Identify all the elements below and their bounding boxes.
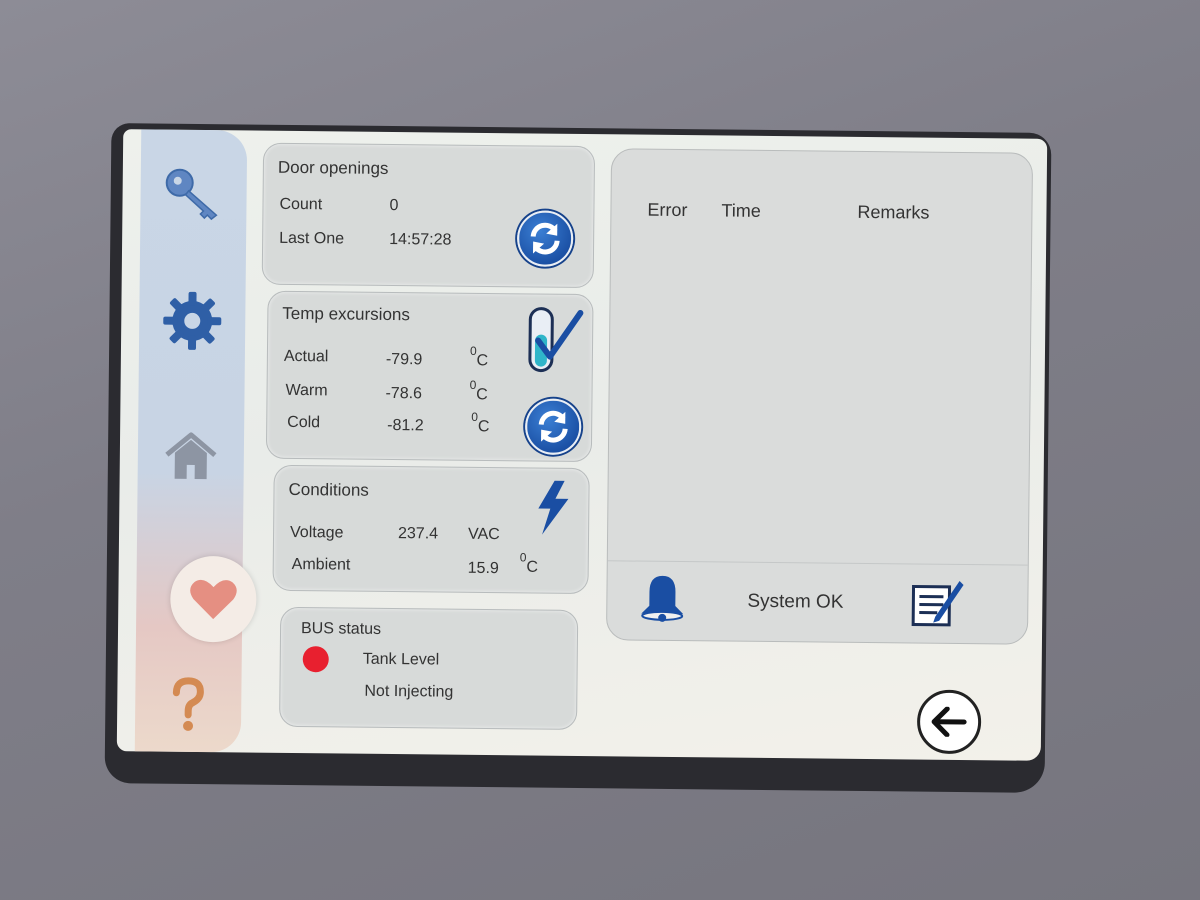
back-button[interactable]: [916, 689, 982, 755]
error-log-panel: Error Time Remarks System OK: [605, 148, 1034, 645]
voltage-unit: VAC: [467, 525, 500, 544]
temp-excursions-panel: Temp excursions Actual -79.9 0C Warm -78…: [265, 290, 594, 463]
door-openings-title: Door openings: [277, 157, 389, 178]
touch-screen: Door openings Count 0 Last One 14:57:28 …: [116, 129, 1048, 761]
count-label: Count: [279, 195, 323, 214]
ambient-unit: 0C: [519, 550, 539, 576]
actual-unit: 0C: [469, 343, 489, 370]
bell-icon[interactable]: [637, 572, 688, 630]
system-status-text: System OK: [747, 590, 844, 613]
tank-level-text: Tank Level: [362, 650, 440, 669]
lightning-icon: [532, 478, 573, 541]
conditions-panel: Conditions Voltage 237.4 VAC Ambient 15.…: [272, 464, 590, 595]
reset-temp-excursions-button[interactable]: [524, 398, 582, 455]
error-column-header: Error: [647, 199, 688, 221]
arrow-left-icon: [931, 706, 967, 738]
reset-door-count-button[interactable]: [516, 210, 574, 267]
warm-value: -78.6: [385, 384, 423, 403]
warm-label: Warm: [285, 381, 328, 400]
actual-label: Actual: [283, 347, 329, 366]
error-list[interactable]: [618, 229, 1021, 559]
heart-button[interactable]: [169, 555, 257, 643]
ambient-value: 15.9: [467, 559, 499, 578]
sidebar: [134, 129, 248, 753]
ambient-label: Ambient: [291, 555, 351, 574]
bus-status-indicator: [302, 646, 329, 673]
actual-value: -79.9: [385, 350, 423, 369]
thermometer-check-icon: [522, 304, 585, 377]
last-one-value: 14:57:28: [389, 230, 452, 249]
time-column-header: Time: [721, 200, 761, 221]
count-value: 0: [389, 196, 399, 215]
conditions-title: Conditions: [288, 479, 369, 500]
last-one-label: Last One: [279, 229, 345, 248]
status-bar: System OK: [606, 560, 1028, 644]
warm-unit: 0C: [469, 377, 488, 404]
cold-unit: 0C: [471, 409, 490, 436]
key-icon[interactable]: [140, 157, 247, 228]
bus-status-title: BUS status: [300, 620, 382, 638]
gear-icon[interactable]: [139, 285, 246, 356]
not-injecting-text: Not Injecting: [364, 682, 454, 701]
refresh-icon: [538, 410, 568, 443]
bus-status-panel: BUS status Tank Level Not Injecting: [279, 606, 579, 730]
door-openings-panel: Door openings Count 0 Last One 14:57:28: [261, 142, 596, 289]
voltage-value: 237.4: [397, 525, 439, 543]
home-icon[interactable]: [137, 421, 244, 492]
notepad-edit-icon[interactable]: [909, 576, 966, 636]
temp-excursions-title: Temp excursions: [282, 303, 411, 325]
help-icon[interactable]: [135, 669, 242, 740]
heart-icon: [190, 579, 237, 620]
cold-value: -81.2: [387, 416, 424, 435]
voltage-label: Voltage: [289, 523, 344, 542]
refresh-icon: [530, 222, 560, 255]
cold-label: Cold: [287, 413, 321, 432]
remarks-column-header: Remarks: [857, 201, 930, 223]
